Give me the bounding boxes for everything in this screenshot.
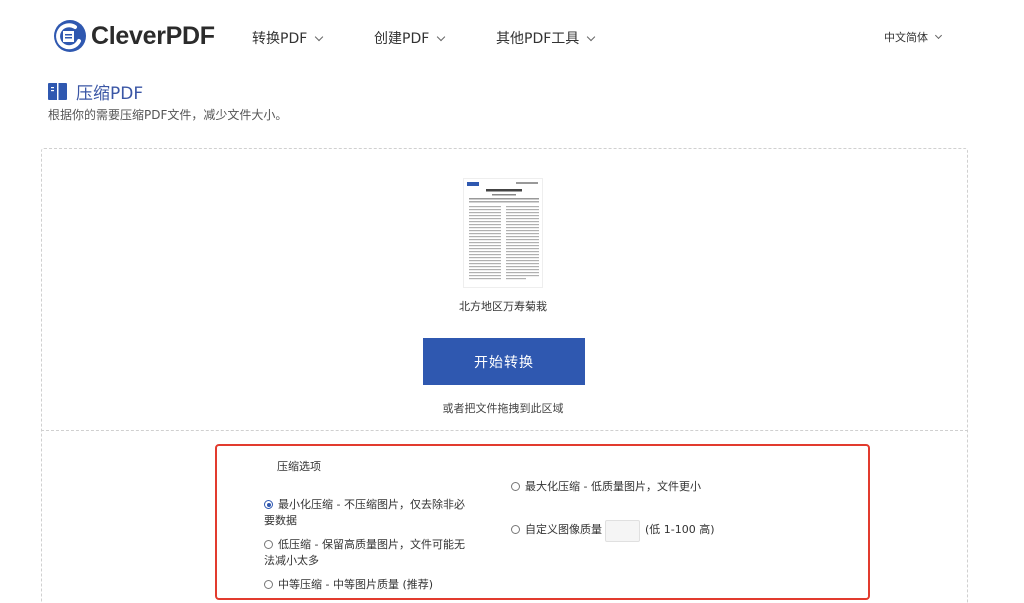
quality-input[interactable] (605, 520, 640, 542)
option-label: 中等压缩 - 中等图片质量 (推荐) (278, 578, 434, 591)
nav-label: 其他PDF工具 (496, 31, 580, 47)
option-label: 最小化压缩 - 不压缩图片，仅去除非必 (278, 498, 465, 511)
nav-create-pdf[interactable]: 创建PDF (374, 28, 446, 48)
chevron-down-icon (437, 32, 446, 41)
chevron-down-icon (587, 32, 596, 41)
pdf-thumbnail (463, 178, 543, 288)
compression-options-title: 压缩选项 (277, 460, 321, 473)
radio-button[interactable] (264, 540, 273, 549)
page-title-text: 压缩PDF (76, 84, 144, 104)
nav-label: 创建PDF (374, 31, 430, 47)
top-header: CleverPDF 转换PDF 创建PDF 其他PDF工具 中文简体 (0, 0, 1024, 72)
section-divider (41, 430, 968, 431)
option-low-compression[interactable]: 低压缩 - 保留高质量图片，文件可能无 法减小太多 (264, 537, 494, 569)
start-convert-button[interactable]: 开始转换 (423, 338, 585, 385)
option-label-cont: 要数据 (264, 514, 297, 527)
option-label-cont: 法减小太多 (264, 554, 319, 567)
option-label: 自定义图像质量 (525, 523, 602, 536)
language-label: 中文简体 (884, 31, 928, 44)
nav-convert-pdf[interactable]: 转换PDF (252, 28, 324, 48)
nav-label: 转换PDF (252, 31, 308, 47)
document-preview-icon (467, 182, 539, 280)
option-maximum-compression[interactable]: 最大化压缩 - 低质量图片，文件更小 (511, 479, 751, 495)
quality-range-hint: (低 1-100 高) (645, 523, 715, 536)
brand-name: CleverPDF (91, 21, 215, 50)
radio-button[interactable] (511, 525, 520, 534)
file-name: 北方地区万寿菊栽 (459, 300, 547, 313)
nav-other-pdf-tools[interactable]: 其他PDF工具 (496, 28, 596, 48)
radio-button[interactable] (511, 482, 520, 491)
chevron-down-icon (315, 32, 324, 41)
language-selector[interactable]: 中文简体 (884, 29, 943, 45)
option-medium-compression[interactable]: 中等压缩 - 中等图片质量 (推荐) (264, 577, 494, 593)
drop-hint: 或者把文件拖拽到此区域 (442, 402, 564, 415)
option-minimal-compression[interactable]: 最小化压缩 - 不压缩图片，仅去除非必 要数据 (264, 497, 494, 529)
chevron-down-icon (934, 31, 943, 40)
option-label: 低压缩 - 保留高质量图片，文件可能无 (278, 538, 465, 551)
option-label: 最大化压缩 - 低质量图片，文件更小 (525, 480, 701, 493)
book-icon (48, 83, 67, 100)
logo[interactable]: CleverPDF (53, 19, 215, 53)
cleverpdf-logo-icon (54, 20, 86, 52)
option-custom-quality[interactable]: 自定义图像质量 (511, 522, 611, 538)
page-subtitle: 根据你的需要压缩PDF文件，减少文件大小。 (48, 108, 288, 122)
radio-button[interactable] (264, 500, 273, 509)
page-title: 压缩PDF (48, 79, 143, 104)
radio-button[interactable] (264, 580, 273, 589)
